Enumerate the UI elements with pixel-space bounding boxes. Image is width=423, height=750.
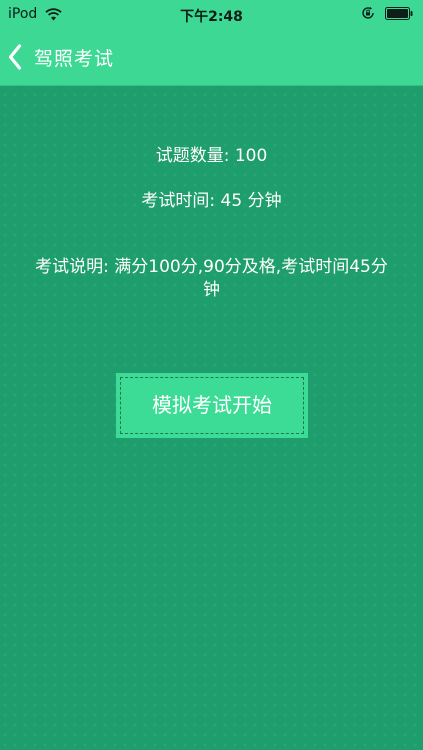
exam-time-text: 考试时间: 45 分钟: [141, 191, 282, 211]
start-mock-exam-button[interactable]: 模拟考试开始: [116, 373, 308, 438]
start-button-label: 模拟考试开始: [152, 393, 272, 417]
status-bar: iPod 下午2:48: [0, 0, 423, 30]
rotation-lock-icon: [362, 6, 374, 19]
question-count-text: 试题数量: 100: [155, 146, 268, 166]
chevron-left-icon: [8, 44, 22, 70]
page-title: 驾照考试: [34, 47, 115, 70]
nav-bar: 驾照考试: [0, 30, 423, 85]
exam-description-text: 考试说明: 满分100分,90分及格,考试时间45分钟: [35, 257, 388, 300]
back-button[interactable]: 驾照考试: [8, 41, 114, 73]
battery-icon: [385, 6, 413, 20]
top-bar: iPod 下午2:48 驾照考试: [0, 0, 423, 86]
status-time: 下午2:48: [180, 9, 243, 25]
status-right: [361, 6, 413, 20]
